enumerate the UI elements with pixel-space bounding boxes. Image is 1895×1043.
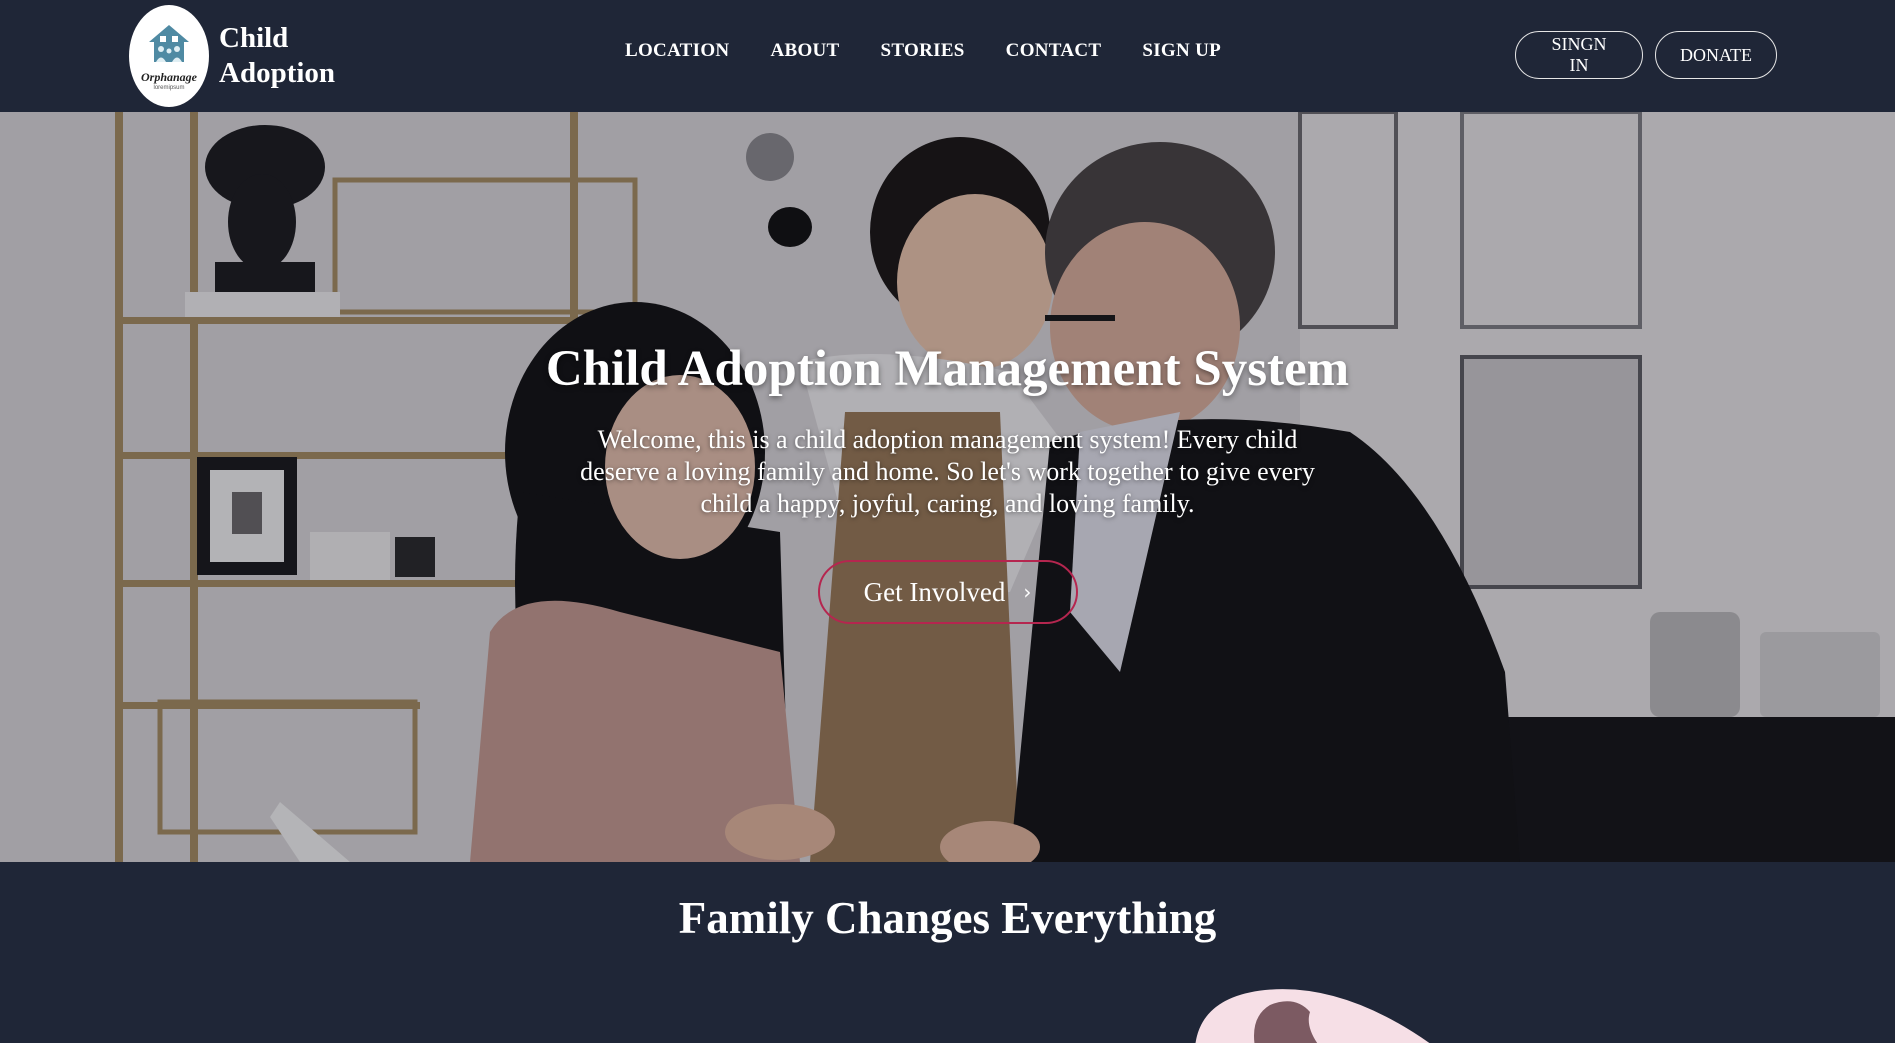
hero-description: Welcome, this is a child adoption manage… — [580, 425, 1315, 518]
house-family-icon — [149, 24, 189, 62]
silhouette-illustration — [1195, 989, 1430, 1043]
brand-line-2: Adoption — [219, 57, 336, 89]
family-section: Family Changes Everything — [0, 862, 1895, 1043]
auth-buttons: SINGN IN DONATE — [1515, 31, 1777, 79]
brand-name: Child Adoption — [219, 21, 335, 91]
hero-title: Child Adoption Management System — [545, 341, 1350, 397]
logo-subtext: loremipsum — [153, 84, 185, 91]
nav-location[interactable]: LOCATION — [625, 40, 729, 62]
nav-stories[interactable]: STORIES — [881, 40, 965, 62]
orphanage-logo: Orphanage loremipsum — [129, 5, 209, 107]
get-involved-button[interactable]: Get Involved › — [817, 560, 1078, 624]
section-title: Family Changes Everything — [678, 893, 1217, 943]
nav-contact[interactable]: CONTACT — [1006, 40, 1102, 62]
logo-word: Orphanage — [140, 69, 197, 84]
sign-in-button[interactable]: SINGN IN — [1515, 31, 1643, 79]
chevron-right-icon: › — [1023, 580, 1032, 604]
main-nav: LOCATION ABOUT STORIES CONTACT SIGN UP — [625, 40, 1221, 62]
brand-line-1: Child — [219, 22, 289, 54]
site-header: Orphanage loremipsum Child Adoption LOCA… — [0, 0, 1895, 112]
get-involved-label: Get Involved — [863, 576, 1006, 607]
donate-button[interactable]: DONATE — [1655, 31, 1777, 79]
hero-section: Child Adoption Management System Welcome… — [0, 112, 1895, 862]
hero-content: Child Adoption Management System Welcome… — [0, 340, 1895, 624]
logo-link[interactable]: Orphanage loremipsum Child Adoption — [129, 5, 335, 107]
nav-sign-up[interactable]: SIGN UP — [1142, 40, 1221, 62]
nav-about[interactable]: ABOUT — [770, 40, 839, 62]
